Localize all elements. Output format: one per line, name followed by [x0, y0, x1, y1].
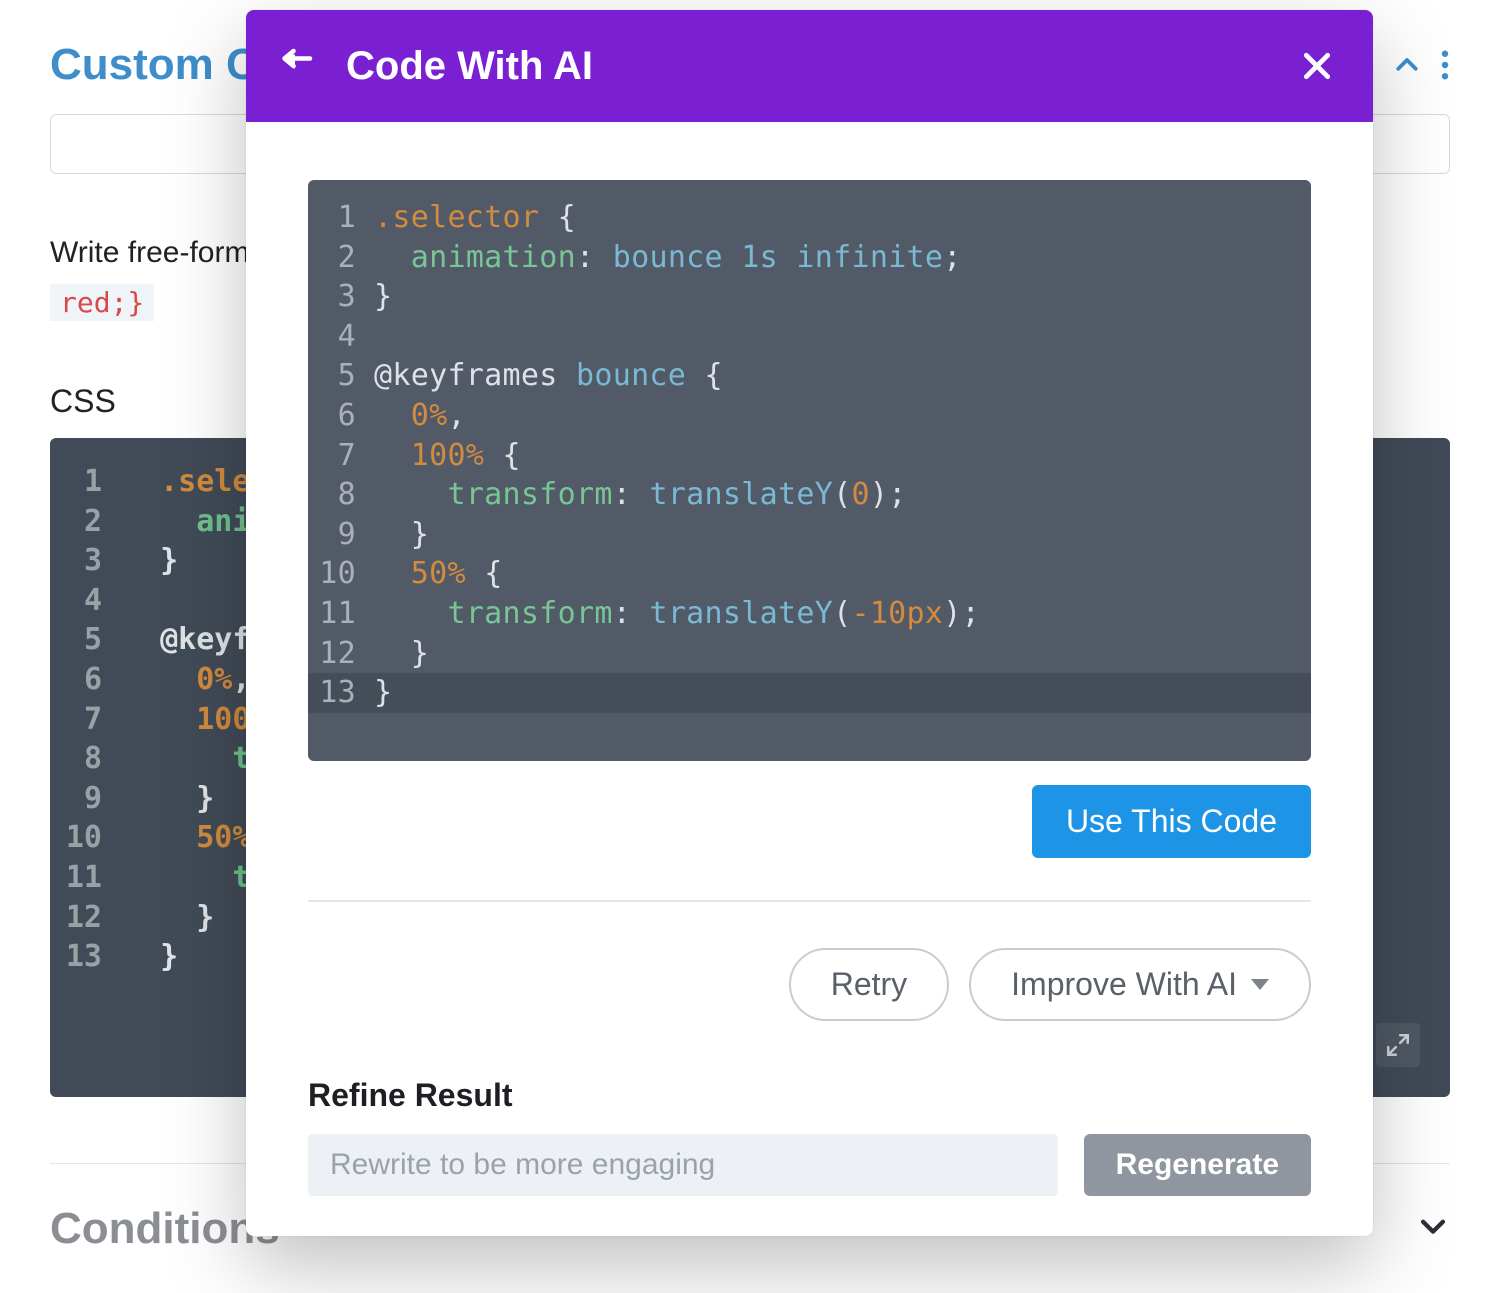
kebab-icon[interactable]	[1440, 50, 1450, 80]
refine-label: Refine Result	[308, 1077, 1311, 1114]
retry-button[interactable]: Retry	[789, 948, 949, 1021]
ai-code-editor[interactable]: 1.selector {2 animation: bounce 1s infin…	[308, 180, 1311, 761]
hint-snippet-text: red;}	[60, 286, 144, 319]
retry-label: Retry	[831, 966, 907, 1003]
modal-header: Code With AI	[246, 10, 1373, 122]
refine-input[interactable]	[308, 1134, 1058, 1196]
collapse-icon[interactable]	[1392, 50, 1422, 80]
panel-header-actions	[1392, 50, 1450, 80]
expand-icon[interactable]	[1376, 1023, 1420, 1067]
modal-title: Code With AI	[346, 44, 593, 89]
improve-with-ai-button[interactable]: Improve With AI	[969, 948, 1311, 1021]
action-row: Retry Improve With AI	[308, 948, 1311, 1021]
close-icon[interactable]	[1301, 50, 1333, 82]
modal-divider	[308, 900, 1311, 902]
use-this-code-button[interactable]: Use This Code	[1032, 785, 1311, 858]
hint-snippet: red;}	[50, 284, 154, 321]
code-with-ai-modal: Code With AI 1.selector {2 animation: bo…	[246, 10, 1373, 1236]
back-icon[interactable]	[280, 48, 316, 84]
refine-row: Regenerate	[308, 1134, 1311, 1196]
chevron-down-icon	[1251, 979, 1269, 990]
chevron-down-icon[interactable]	[1416, 1209, 1450, 1248]
improve-label: Improve With AI	[1011, 966, 1237, 1003]
modal-body: 1.selector {2 animation: bounce 1s infin…	[246, 122, 1373, 1236]
regenerate-button[interactable]: Regenerate	[1084, 1134, 1311, 1196]
